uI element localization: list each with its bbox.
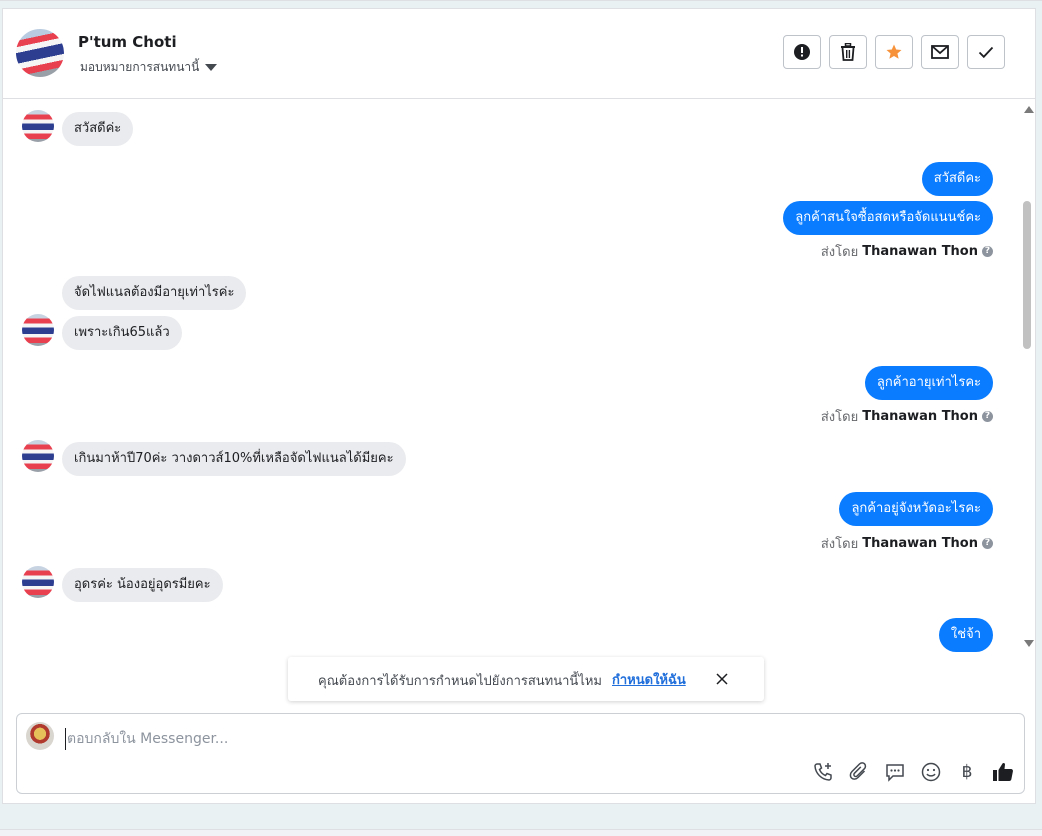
contact-name[interactable]: P'tum Choti [78,33,177,51]
page-avatar [26,722,54,750]
mark-spam-button[interactable] [783,35,821,69]
mail-icon [931,45,949,59]
sender-avatar[interactable] [22,440,54,472]
sent-by-prefix: ส่งโดย [820,245,859,260]
sender-avatar[interactable] [22,110,54,142]
outgoing-message[interactable]: ลูกค้าอยู่จังหวัดอะไรคะ [839,492,993,526]
incoming-message[interactable]: เกินมาห้าปี70ค่ะ วางดาวส์10%ที่เหลือจัดไ… [62,442,406,476]
baht-icon: ฿ [961,762,973,782]
star-icon [886,44,902,59]
scroll-up-icon[interactable] [1024,106,1034,113]
sent-by-label: ส่งโดย Thanawan Thon ? [821,241,993,262]
sent-by-label: ส่งโดย Thanawan Thon ? [821,406,993,427]
sent-by-prefix: ส่งโดย [820,537,859,552]
composer-toolbar: ฿ [812,761,1014,783]
sender-name: Thanawan Thon [862,409,978,424]
contact-avatar[interactable] [11,24,69,82]
call-button[interactable] [812,761,834,783]
sender-avatar[interactable] [22,566,54,598]
call-add-icon [814,763,832,781]
incoming-message[interactable]: สวัสดีค่ะ [62,112,134,146]
assign-suggestion-toast: คุณต้องการได้รับการกำหนดไปยังการสนทนานี้… [288,657,764,701]
scrollbar-thumb[interactable] [1023,201,1031,349]
like-button[interactable] [992,761,1014,783]
sent-by-label: ส่งโดย Thanawan Thon ? [821,533,993,554]
sender-name: Thanawan Thon [862,536,978,551]
outgoing-message[interactable]: สวัสดีคะ [921,162,993,196]
close-icon[interactable] [714,671,730,687]
outgoing-message[interactable]: ใช่จ้า [938,618,993,652]
trash-icon [841,43,855,61]
incoming-message[interactable]: จัดไฟแนลต้องมีอายุเท่าไรค่ะ [62,276,247,310]
payment-button[interactable]: ฿ [956,761,978,783]
attach-button[interactable] [848,761,870,783]
reply-input[interactable]: ตอบกลับใน Messenger... [65,728,228,750]
assign-conversation-dropdown[interactable]: มอบหมายการสนทนานี้ [80,58,218,77]
sender-avatar[interactable] [22,314,54,346]
saved-reply-icon [886,764,904,782]
emoji-button[interactable] [920,761,942,783]
delete-button[interactable] [829,35,867,69]
thumbs-up-icon [993,762,1013,781]
assign-to-me-link[interactable]: กำหนดให้ฉัน [612,669,686,690]
outgoing-message[interactable]: ลูกค้าสนใจซื้อสดหรือจัดแนนช์คะ [783,201,993,235]
conversation-header: P'tum Choti มอบหมายการสนทนานี้ [3,9,1035,99]
help-icon[interactable]: ? [982,246,993,257]
outgoing-message[interactable]: ลูกค้าอายุเท่าไรคะ [864,366,993,400]
check-icon [978,46,994,59]
saved-reply-button[interactable] [884,761,906,783]
assign-label: มอบหมายการสนทนานี้ [80,60,200,74]
caret-down-icon [205,64,218,71]
incoming-message[interactable]: อุดรค่ะ น้องอยู่อุดรมีย​คะ [62,568,223,602]
star-button[interactable] [875,35,913,69]
mark-done-button[interactable] [967,35,1005,69]
header-actions [783,35,1005,69]
window-top-border [0,0,1042,1]
sent-by-prefix: ส่งโดย [820,410,859,425]
scroll-down-icon[interactable] [1024,640,1034,647]
sender-name: Thanawan Thon [862,244,978,259]
attach-icon [849,762,867,780]
reply-composer: ตอบกลับใน Messenger... ฿ [16,713,1025,794]
assign-suggestion-text: คุณต้องการได้รับการกำหนดไปยังการสนทนานี้… [318,674,602,689]
help-icon[interactable]: ? [982,411,993,422]
help-icon[interactable]: ? [982,538,993,549]
alert-icon [794,44,810,60]
incoming-message[interactable]: เพราะเกิน65แล้ว [62,316,182,350]
message-scrollbar[interactable] [1021,98,1035,658]
message-list[interactable]: สวัสดีค่ะ สวัสดีคะ ลูกค้าสนใจซื้อสดหรือจ… [3,98,1023,658]
emoji-icon [921,762,941,782]
conversation-panel: P'tum Choti มอบหมายการสนทนานี้ สวัสดีค่ะ… [2,8,1036,804]
mark-unread-button[interactable] [921,35,959,69]
